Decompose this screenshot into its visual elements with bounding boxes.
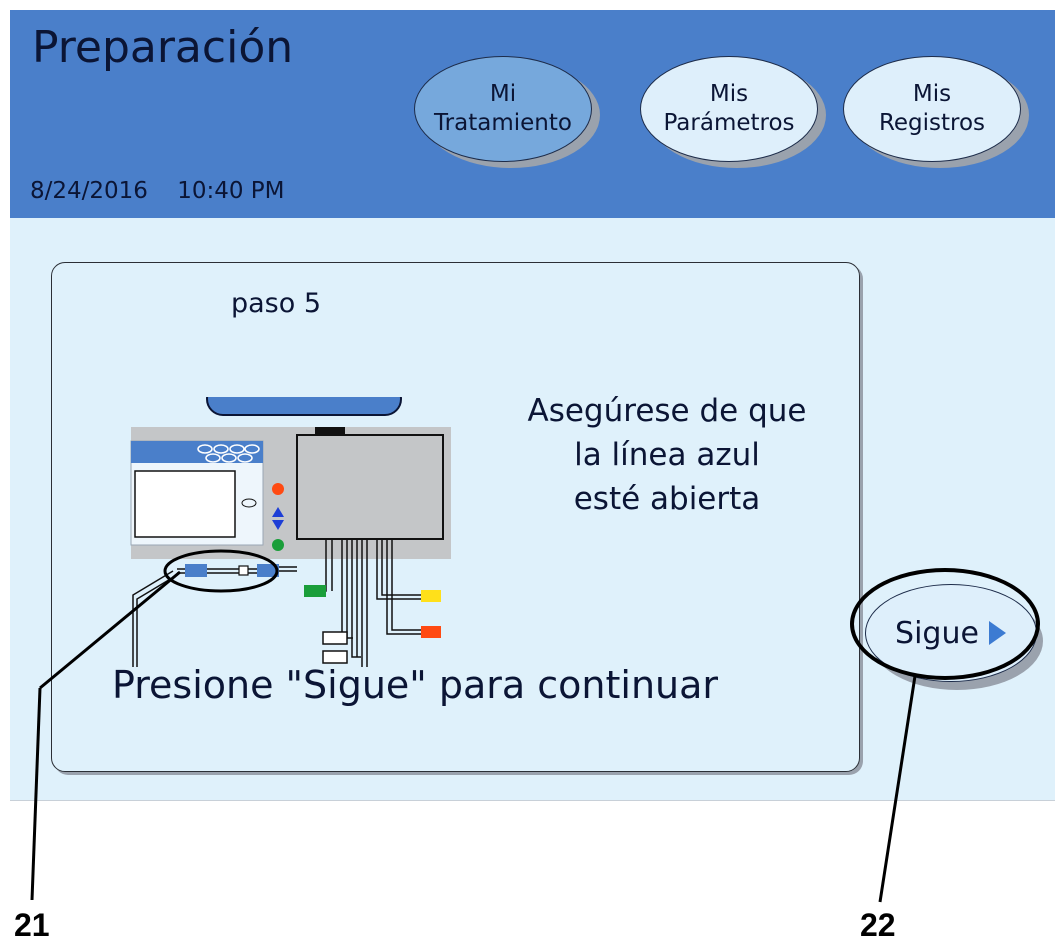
leader-line-22 <box>878 675 917 903</box>
callout-number-22: 22 <box>860 907 896 943</box>
callout-number-21: 21 <box>14 907 50 943</box>
leader-line-21-drop <box>30 687 42 901</box>
leader-line-21 <box>39 570 181 690</box>
callout-leader-lines <box>30 570 917 903</box>
